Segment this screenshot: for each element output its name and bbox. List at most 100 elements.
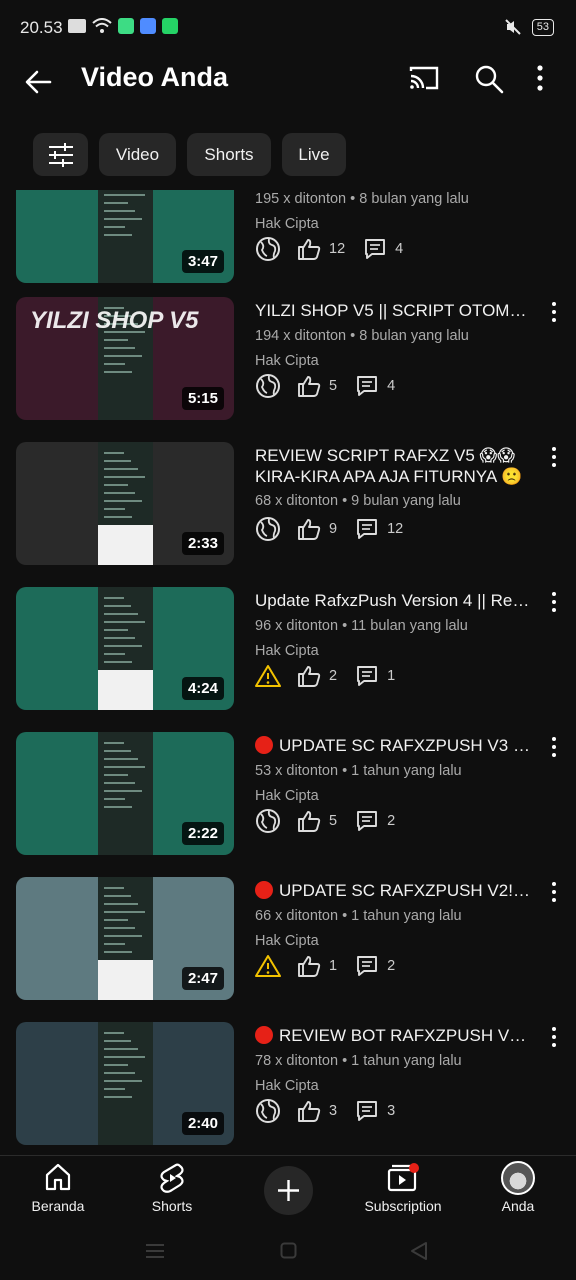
shorts-icon [160, 1163, 184, 1193]
video-license: Hak Cipta [255, 353, 319, 369]
notification-icon [68, 19, 86, 33]
comment-count: 4 [395, 241, 404, 257]
visibility-status[interactable] [255, 1098, 281, 1124]
thumb-up-icon [298, 239, 321, 260]
red-dot-icon [255, 736, 273, 754]
video-item[interactable]: 2:22 UPDATE SC RAFXZPUSH V3 WOI... 53 x … [0, 732, 576, 855]
video-thumbnail[interactable]: 3:47 [16, 190, 234, 283]
video-thumbnail[interactable]: 2:40 [16, 1022, 234, 1145]
video-meta: 66 x ditonton • 1 tahun yang lalu [255, 908, 462, 924]
filter-chips: Video Shorts Live [0, 133, 576, 177]
comment-icon [357, 1101, 378, 1121]
video-duration: 2:47 [181, 967, 224, 990]
video-duration: 4:24 [181, 677, 224, 700]
video-license: Hak Cipta [255, 643, 319, 659]
recents-icon[interactable] [146, 1243, 164, 1259]
home-button-icon[interactable] [280, 1242, 297, 1259]
video-more-icon[interactable] [546, 591, 562, 613]
comment-icon [357, 811, 378, 831]
video-list[interactable]: 3:47 195 x ditonton • 8 bulan yang lalu … [0, 190, 576, 1155]
nav-shorts-label: Shorts [151, 1198, 193, 1214]
video-item[interactable]: 2:33 REVIEW SCRIPT RAFXZ V5 😱😱 KIRA-KIRA… [0, 442, 576, 565]
video-thumbnail[interactable]: 2:47 [16, 877, 234, 1000]
video-meta: 53 x ditonton • 1 tahun yang lalu [255, 763, 462, 779]
more-vert-icon[interactable] [536, 64, 544, 92]
video-more-icon[interactable] [546, 736, 562, 758]
video-duration: 2:22 [181, 822, 224, 845]
whatsapp-icon [162, 18, 178, 34]
video-more-icon[interactable] [546, 1026, 562, 1048]
page-title: Video Anda [81, 62, 229, 92]
video-thumbnail[interactable]: 2:33 [16, 442, 234, 565]
globe-icon [256, 1099, 280, 1123]
video-thumbnail[interactable]: 4:24 [16, 587, 234, 710]
video-stats: 2 1 [255, 663, 413, 689]
visibility-status[interactable] [255, 808, 281, 834]
video-item[interactable]: 4:24 Update RafxzPush Version 4 || Revie… [0, 587, 576, 710]
video-duration: 5:15 [181, 387, 224, 410]
home-icon [45, 1163, 71, 1191]
video-title[interactable]: UPDATE SC RAFXZPUSH V2!?? || ... [255, 880, 535, 901]
status-bar: 20.53 53 [0, 0, 576, 56]
avatar [501, 1161, 535, 1195]
app-notification-icon [118, 18, 134, 34]
bottom-navigation: Beranda Shorts Subscription Anda [0, 1155, 576, 1231]
video-license: Hak Cipta [255, 216, 319, 232]
comment-icon [357, 519, 378, 539]
like-count: 1 [329, 958, 338, 974]
video-title[interactable]: Update RafxzPush Version 4 || Revie... [255, 590, 535, 611]
visibility-status[interactable] [255, 373, 281, 399]
video-item[interactable]: 3:47 195 x ditonton • 8 bulan yang lalu … [0, 190, 576, 283]
visibility-status[interactable] [255, 954, 281, 978]
visibility-status[interactable] [255, 516, 281, 542]
red-dot-icon [255, 1026, 273, 1044]
video-meta: 194 x ditonton • 8 bulan yang lalu [255, 328, 469, 344]
video-item[interactable]: 2:47 UPDATE SC RAFXZPUSH V2!?? || ... 66… [0, 877, 576, 1000]
chip-video[interactable]: Video [99, 133, 176, 176]
nav-shorts[interactable]: Shorts [132, 1156, 212, 1231]
wifi-icon [92, 18, 112, 33]
cast-icon[interactable] [408, 64, 440, 92]
create-button[interactable] [264, 1166, 313, 1215]
back-button-icon[interactable] [410, 1241, 428, 1261]
video-license: Hak Cipta [255, 1078, 319, 1094]
filter-button[interactable] [33, 133, 88, 176]
comment-count: 4 [387, 378, 396, 394]
nav-home-label: Beranda [31, 1198, 85, 1214]
video-thumbnail[interactable]: 2:22 [16, 732, 234, 855]
video-title[interactable]: YILZI SHOP V5 || SCRIPT OTOMATIS... [255, 300, 535, 321]
nav-you[interactable]: Anda [478, 1156, 558, 1231]
video-item[interactable]: YILZI SHOP V5 5:15 YILZI SHOP V5 || SCRI… [0, 297, 576, 420]
visibility-status[interactable] [255, 236, 281, 262]
visibility-status[interactable] [255, 664, 281, 688]
video-stats: 5 4 [255, 373, 413, 399]
like-count: 5 [329, 813, 338, 829]
video-meta: 195 x ditonton • 8 bulan yang lalu [255, 191, 469, 207]
video-more-icon[interactable] [546, 301, 562, 323]
chip-live[interactable]: Live [282, 133, 346, 176]
nav-subscriptions[interactable]: Subscription [353, 1156, 453, 1231]
like-count: 12 [329, 241, 346, 257]
comment-count: 2 [387, 958, 396, 974]
like-count: 9 [329, 521, 338, 537]
video-more-icon[interactable] [546, 881, 562, 903]
video-title[interactable]: REVIEW BOT RAFXZPUSH V1 CO... [255, 1025, 535, 1046]
tune-icon [48, 143, 73, 167]
video-title[interactable]: REVIEW SCRIPT RAFXZ V5 😱😱 KIRA-KIRA APA … [255, 445, 535, 487]
video-duration: 3:47 [181, 250, 224, 273]
warning-icon [255, 665, 281, 687]
thumb-up-icon [298, 956, 321, 977]
chip-shorts[interactable]: Shorts [187, 133, 271, 176]
search-icon[interactable] [474, 64, 504, 94]
back-arrow-icon[interactable] [22, 66, 54, 98]
comment-count: 12 [387, 521, 404, 537]
video-duration: 2:40 [181, 1112, 224, 1135]
video-stats: 5 2 [255, 808, 413, 834]
video-more-icon[interactable] [546, 446, 562, 468]
comment-icon [357, 956, 378, 976]
video-item[interactable]: 2:40 REVIEW BOT RAFXZPUSH V1 CO... 78 x … [0, 1022, 576, 1145]
video-thumbnail[interactable]: YILZI SHOP V5 5:15 [16, 297, 234, 420]
video-meta: 96 x ditonton • 11 bulan yang lalu [255, 618, 468, 634]
video-title[interactable]: UPDATE SC RAFXZPUSH V3 WOI... [255, 735, 535, 756]
nav-home[interactable]: Beranda [18, 1156, 98, 1231]
